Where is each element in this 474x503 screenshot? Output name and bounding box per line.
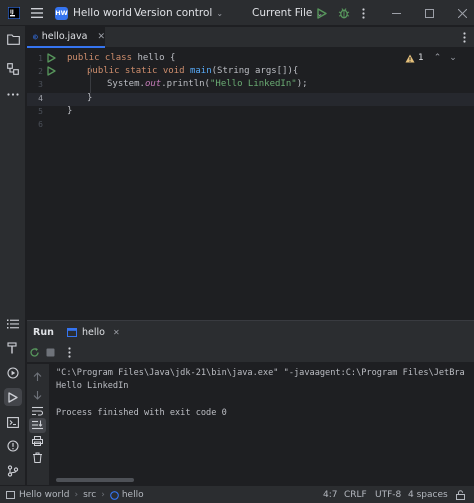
console-line: Hello LinkedIn: [56, 381, 129, 391]
code-line-2: public static void main(String args[]){: [87, 66, 299, 76]
run-config-selector[interactable]: Current File ⌄: [252, 0, 323, 26]
soft-wrap-icon[interactable]: [32, 406, 43, 416]
terminal-icon[interactable]: [4, 413, 22, 431]
chevron-up-icon[interactable]: ⌃: [434, 53, 442, 63]
breadcrumb-item[interactable]: src: [83, 490, 96, 500]
code-line-6: }: [67, 106, 73, 116]
run-panel-header: Run hello ✕: [27, 321, 474, 343]
vcs-label: Version control: [134, 7, 213, 19]
line-separator[interactable]: CRLF: [344, 486, 367, 503]
code-editor[interactable]: 1 2 3 4 5 6 public class hello { public …: [27, 48, 474, 319]
tool-window-strip: [0, 26, 26, 485]
console-side-toolbar: [27, 364, 49, 485]
line-number: 4: [38, 94, 43, 103]
scroll-up-icon[interactable]: [33, 372, 42, 382]
java-class-icon: [109, 490, 119, 500]
close-window-icon[interactable]: [458, 0, 467, 26]
more-actions-icon[interactable]: [362, 0, 365, 26]
breadcrumb-item[interactable]: hello: [122, 490, 144, 500]
stop-icon[interactable]: [46, 348, 55, 357]
app-logo-icon[interactable]: IJ: [8, 0, 20, 26]
gutter-run-icon[interactable]: [47, 53, 56, 63]
code-line-1: public class hello {: [67, 53, 176, 63]
project-badge: HW: [55, 6, 68, 20]
tab-filename: hello.java: [41, 31, 88, 42]
rerun-icon[interactable]: [29, 347, 40, 358]
run-panel-title: Run: [33, 327, 54, 338]
indent-guide: [90, 65, 91, 93]
build-hammer-icon[interactable]: [4, 339, 22, 357]
caret-position[interactable]: 4:7: [323, 486, 337, 503]
line-number: 3: [38, 80, 43, 89]
chevron-down-icon[interactable]: ⌄: [449, 53, 457, 63]
inspection-count: 1: [418, 53, 424, 63]
lock-icon[interactable]: [456, 486, 465, 503]
java-app-icon: [67, 327, 77, 337]
close-tab-icon[interactable]: ✕: [113, 328, 120, 337]
code-line-4: }: [87, 93, 93, 103]
vcs-widget[interactable]: Version control ⌄: [134, 0, 223, 26]
run-config-tab-label: hello: [82, 326, 105, 338]
run-icon[interactable]: [317, 0, 327, 26]
current-line-highlight: [27, 93, 474, 106]
inspection-widget[interactable]: 1 ⌃ ⌄: [405, 53, 457, 63]
run-config-label: Current File: [252, 7, 313, 19]
editor-tab-hello-java[interactable]: hello.java ✕: [27, 27, 105, 48]
project-widget[interactable]: HW Hello world ⌄: [55, 0, 143, 26]
warning-icon: [405, 54, 415, 62]
structure-icon[interactable]: [4, 60, 22, 78]
services-icon[interactable]: [4, 364, 22, 382]
indent-setting[interactable]: 4 spaces: [408, 486, 448, 503]
problems-icon[interactable]: [4, 437, 22, 455]
file-encoding[interactable]: UTF-8: [375, 486, 401, 503]
status-bar: Hello world › src › hello 4:7 CRLF UTF-8…: [0, 485, 474, 503]
breadcrumb-item[interactable]: Hello world: [19, 490, 69, 500]
scroll-down-icon[interactable]: [33, 390, 42, 400]
editor-tab-bar: hello.java ✕: [27, 27, 474, 48]
todo-list-icon[interactable]: [4, 315, 22, 333]
chevron-down-icon: ⌄: [216, 8, 224, 18]
gutter-run-icon[interactable]: [47, 66, 56, 76]
more-tools-icon[interactable]: [4, 85, 22, 103]
horizontal-scrollbar[interactable]: [56, 478, 134, 482]
line-number: 1: [38, 54, 43, 63]
line-number: 2: [38, 67, 43, 76]
title-bar: IJ HW Hello world ⌄ Version control ⌄ Cu…: [0, 0, 474, 26]
line-number: 5: [38, 107, 43, 116]
minimize-icon[interactable]: [392, 0, 401, 26]
svg-text:IJ: IJ: [10, 10, 14, 16]
console-line: Process finished with exit code 0: [56, 408, 227, 418]
maximize-icon[interactable]: [425, 0, 434, 26]
run-config-tab[interactable]: hello ✕: [67, 321, 120, 343]
breadcrumb-separator-icon: ›: [74, 490, 79, 500]
project-name: Hello world: [73, 7, 132, 19]
console-line: "C:\Program Files\Java\jdk-21\bin\java.e…: [56, 368, 465, 378]
tab-options-icon[interactable]: [463, 32, 466, 43]
code-line-3: System.out.println("Hello LinkedIn");: [107, 79, 308, 89]
breadcrumb-separator-icon: ›: [101, 490, 105, 500]
run-tool-icon[interactable]: [4, 388, 22, 406]
debug-icon[interactable]: [338, 0, 350, 26]
git-branch-icon[interactable]: [4, 462, 22, 480]
scroll-to-end-toggle[interactable]: [29, 418, 46, 433]
close-tab-icon[interactable]: ✕: [97, 32, 105, 42]
java-class-icon: [33, 34, 38, 39]
clear-console-icon[interactable]: [32, 452, 43, 463]
print-icon[interactable]: [32, 436, 43, 446]
line-number: 6: [38, 120, 43, 129]
breadcrumb: Hello world › src › hello: [6, 486, 144, 503]
run-toolbar: [27, 343, 474, 363]
folder-icon[interactable]: [4, 30, 22, 48]
more-options-icon[interactable]: [68, 347, 71, 358]
main-menu-icon[interactable]: [31, 0, 43, 26]
project-folder-icon: [6, 491, 15, 499]
